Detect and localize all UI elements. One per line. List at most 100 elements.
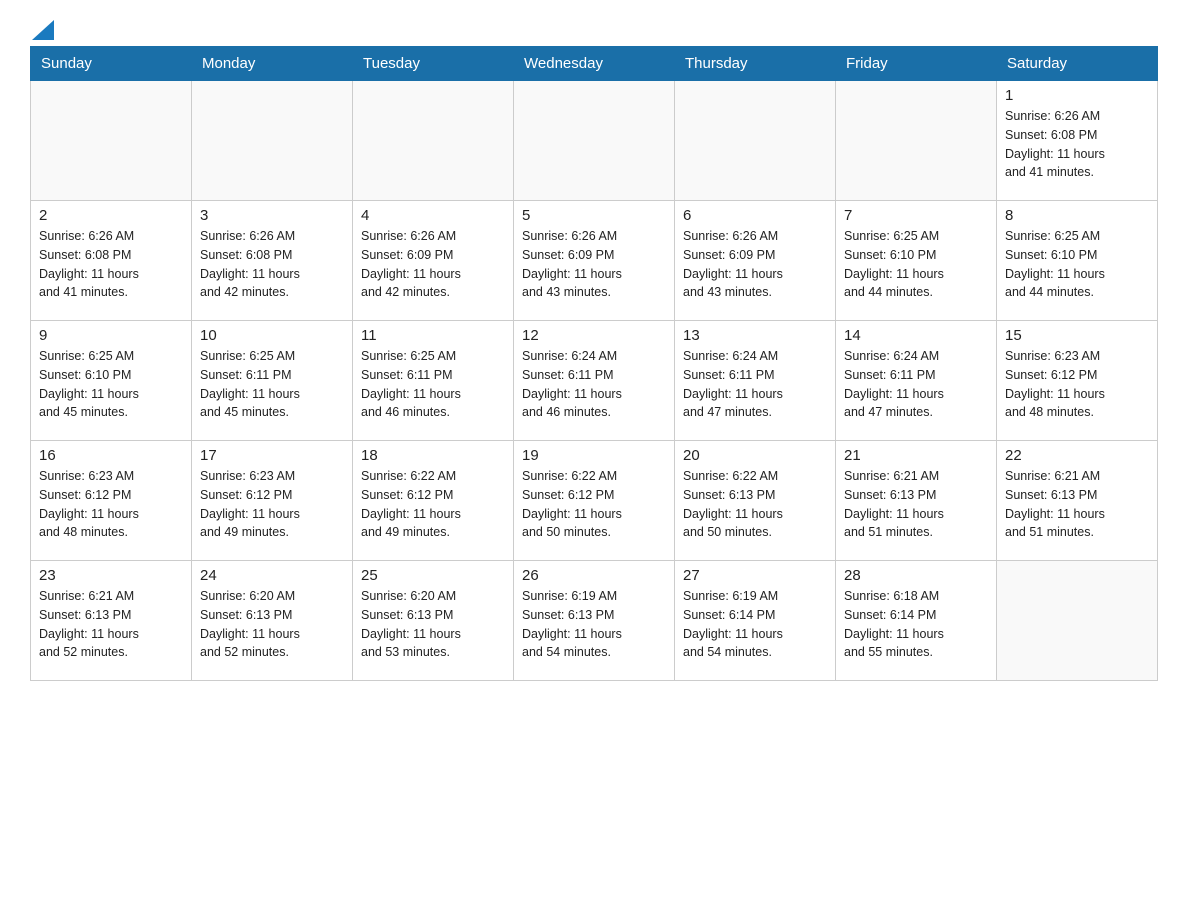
day-number: 12 [522, 327, 666, 344]
day-info: Sunrise: 6:22 AMSunset: 6:12 PMDaylight:… [361, 467, 505, 542]
calendar-cell: 17 Sunrise: 6:23 AMSunset: 6:12 PMDayligh… [192, 441, 353, 561]
calendar-cell: 23 Sunrise: 6:21 AMSunset: 6:13 PMDayligh… [31, 561, 192, 681]
day-info: Sunrise: 6:26 AMSunset: 6:08 PMDaylight:… [200, 227, 344, 302]
day-header-wednesday: Wednesday [514, 47, 675, 81]
day-info: Sunrise: 6:19 AMSunset: 6:14 PMDaylight:… [683, 587, 827, 662]
calendar-cell: 1 Sunrise: 6:26 AMSunset: 6:08 PMDaylight… [997, 81, 1158, 201]
day-info: Sunrise: 6:19 AMSunset: 6:13 PMDaylight:… [522, 587, 666, 662]
day-number: 15 [1005, 327, 1149, 344]
calendar-cell [192, 81, 353, 201]
calendar-cell [514, 81, 675, 201]
day-number: 5 [522, 207, 666, 224]
day-info: Sunrise: 6:20 AMSunset: 6:13 PMDaylight:… [200, 587, 344, 662]
day-info: Sunrise: 6:22 AMSunset: 6:13 PMDaylight:… [683, 467, 827, 542]
day-info: Sunrise: 6:21 AMSunset: 6:13 PMDaylight:… [39, 587, 183, 662]
calendar-week-row: 9 Sunrise: 6:25 AMSunset: 6:10 PMDaylight… [31, 321, 1158, 441]
calendar-table: SundayMondayTuesdayWednesdayThursdayFrid… [30, 46, 1158, 681]
day-info: Sunrise: 6:25 AMSunset: 6:11 PMDaylight:… [361, 347, 505, 422]
calendar-cell: 13 Sunrise: 6:24 AMSunset: 6:11 PMDayligh… [675, 321, 836, 441]
day-number: 17 [200, 447, 344, 464]
calendar-cell: 22 Sunrise: 6:21 AMSunset: 6:13 PMDayligh… [997, 441, 1158, 561]
calendar-cell: 16 Sunrise: 6:23 AMSunset: 6:12 PMDayligh… [31, 441, 192, 561]
day-number: 3 [200, 207, 344, 224]
day-header-sunday: Sunday [31, 47, 192, 81]
day-number: 27 [683, 567, 827, 584]
calendar-cell: 24 Sunrise: 6:20 AMSunset: 6:13 PMDayligh… [192, 561, 353, 681]
day-header-saturday: Saturday [997, 47, 1158, 81]
calendar-cell: 12 Sunrise: 6:24 AMSunset: 6:11 PMDayligh… [514, 321, 675, 441]
calendar-cell: 11 Sunrise: 6:25 AMSunset: 6:11 PMDayligh… [353, 321, 514, 441]
day-number: 28 [844, 567, 988, 584]
day-info: Sunrise: 6:21 AMSunset: 6:13 PMDaylight:… [1005, 467, 1149, 542]
calendar-cell: 26 Sunrise: 6:19 AMSunset: 6:13 PMDayligh… [514, 561, 675, 681]
day-header-friday: Friday [836, 47, 997, 81]
calendar-week-row: 23 Sunrise: 6:21 AMSunset: 6:13 PMDayligh… [31, 561, 1158, 681]
day-number: 9 [39, 327, 183, 344]
calendar-cell: 25 Sunrise: 6:20 AMSunset: 6:13 PMDayligh… [353, 561, 514, 681]
calendar-cell: 8 Sunrise: 6:25 AMSunset: 6:10 PMDaylight… [997, 201, 1158, 321]
day-number: 2 [39, 207, 183, 224]
day-info: Sunrise: 6:23 AMSunset: 6:12 PMDaylight:… [39, 467, 183, 542]
calendar-week-row: 16 Sunrise: 6:23 AMSunset: 6:12 PMDayligh… [31, 441, 1158, 561]
day-info: Sunrise: 6:22 AMSunset: 6:12 PMDaylight:… [522, 467, 666, 542]
day-info: Sunrise: 6:25 AMSunset: 6:10 PMDaylight:… [844, 227, 988, 302]
calendar-week-row: 2 Sunrise: 6:26 AMSunset: 6:08 PMDaylight… [31, 201, 1158, 321]
day-number: 11 [361, 327, 505, 344]
calendar-cell: 20 Sunrise: 6:22 AMSunset: 6:13 PMDayligh… [675, 441, 836, 561]
day-number: 23 [39, 567, 183, 584]
day-info: Sunrise: 6:25 AMSunset: 6:10 PMDaylight:… [1005, 227, 1149, 302]
day-info: Sunrise: 6:26 AMSunset: 6:09 PMDaylight:… [361, 227, 505, 302]
calendar-cell: 28 Sunrise: 6:18 AMSunset: 6:14 PMDayligh… [836, 561, 997, 681]
day-number: 8 [1005, 207, 1149, 224]
day-info: Sunrise: 6:24 AMSunset: 6:11 PMDaylight:… [844, 347, 988, 422]
day-number: 25 [361, 567, 505, 584]
day-info: Sunrise: 6:24 AMSunset: 6:11 PMDaylight:… [683, 347, 827, 422]
day-info: Sunrise: 6:26 AMSunset: 6:09 PMDaylight:… [522, 227, 666, 302]
calendar-cell: 19 Sunrise: 6:22 AMSunset: 6:12 PMDayligh… [514, 441, 675, 561]
day-info: Sunrise: 6:26 AMSunset: 6:08 PMDaylight:… [39, 227, 183, 302]
calendar-cell [31, 81, 192, 201]
day-number: 6 [683, 207, 827, 224]
day-number: 26 [522, 567, 666, 584]
day-info: Sunrise: 6:20 AMSunset: 6:13 PMDaylight:… [361, 587, 505, 662]
calendar-cell: 15 Sunrise: 6:23 AMSunset: 6:12 PMDayligh… [997, 321, 1158, 441]
day-number: 16 [39, 447, 183, 464]
day-number: 20 [683, 447, 827, 464]
day-number: 13 [683, 327, 827, 344]
calendar-cell: 5 Sunrise: 6:26 AMSunset: 6:09 PMDaylight… [514, 201, 675, 321]
day-header-monday: Monday [192, 47, 353, 81]
calendar-cell [675, 81, 836, 201]
day-info: Sunrise: 6:23 AMSunset: 6:12 PMDaylight:… [200, 467, 344, 542]
calendar-cell [997, 561, 1158, 681]
calendar-cell: 7Sunrise: 6:25 AMSunset: 6:10 PMDaylight… [836, 201, 997, 321]
calendar-cell: 9 Sunrise: 6:25 AMSunset: 6:10 PMDaylight… [31, 321, 192, 441]
day-number: 14 [844, 327, 988, 344]
day-number: 19 [522, 447, 666, 464]
page-header [30, 20, 1158, 36]
calendar-cell: 2 Sunrise: 6:26 AMSunset: 6:08 PMDaylight… [31, 201, 192, 321]
calendar-cell: 3 Sunrise: 6:26 AMSunset: 6:08 PMDaylight… [192, 201, 353, 321]
calendar-header-row: SundayMondayTuesdayWednesdayThursdayFrid… [31, 47, 1158, 81]
calendar-cell: 4 Sunrise: 6:26 AMSunset: 6:09 PMDaylight… [353, 201, 514, 321]
day-info: Sunrise: 6:24 AMSunset: 6:11 PMDaylight:… [522, 347, 666, 422]
day-number: 24 [200, 567, 344, 584]
calendar-cell [353, 81, 514, 201]
day-info: Sunrise: 6:18 AMSunset: 6:14 PMDaylight:… [844, 587, 988, 662]
calendar-cell: 21 Sunrise: 6:21 AMSunset: 6:13 PMDayligh… [836, 441, 997, 561]
day-info: Sunrise: 6:21 AMSunset: 6:13 PMDaylight:… [844, 467, 988, 542]
calendar-cell: 6Sunrise: 6:26 AMSunset: 6:09 PMDaylight… [675, 201, 836, 321]
day-number: 4 [361, 207, 505, 224]
calendar-cell: 10Sunrise: 6:25 AMSunset: 6:11 PMDayligh… [192, 321, 353, 441]
day-info: Sunrise: 6:25 AMSunset: 6:10 PMDaylight:… [39, 347, 183, 422]
calendar-week-row: 1 Sunrise: 6:26 AMSunset: 6:08 PMDaylight… [31, 81, 1158, 201]
day-info: Sunrise: 6:23 AMSunset: 6:12 PMDaylight:… [1005, 347, 1149, 422]
day-number: 22 [1005, 447, 1149, 464]
calendar-cell: 18Sunrise: 6:22 AMSunset: 6:12 PMDayligh… [353, 441, 514, 561]
day-header-thursday: Thursday [675, 47, 836, 81]
day-number: 21 [844, 447, 988, 464]
day-header-tuesday: Tuesday [353, 47, 514, 81]
day-info: Sunrise: 6:26 AMSunset: 6:08 PMDaylight:… [1005, 107, 1149, 182]
day-number: 1 [1005, 87, 1149, 104]
calendar-cell: 14 Sunrise: 6:24 AMSunset: 6:11 PMDayligh… [836, 321, 997, 441]
logo [30, 20, 54, 36]
